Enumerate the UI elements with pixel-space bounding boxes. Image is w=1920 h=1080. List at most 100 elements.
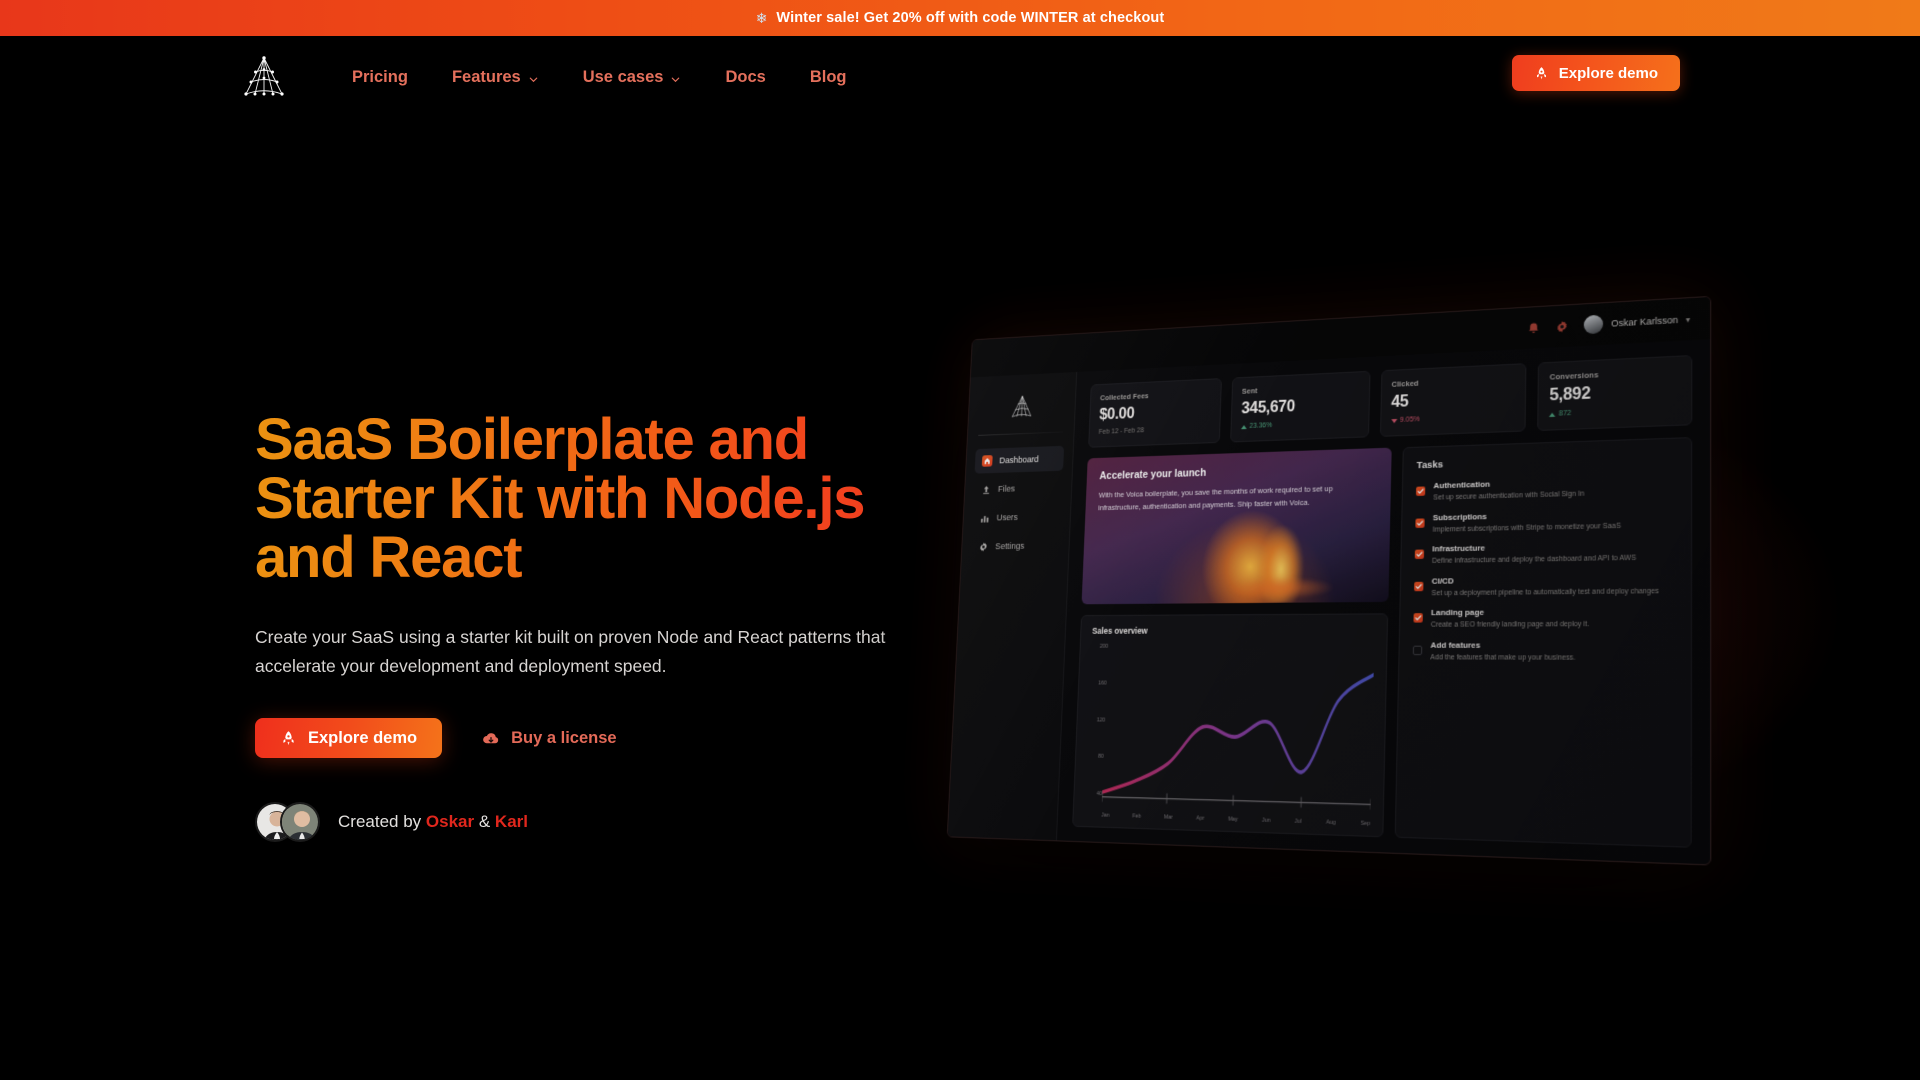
stat-value: 45	[1391, 388, 1515, 412]
task-title: CI/CD	[1432, 573, 1659, 585]
promo-banner[interactable]: ❄ Winter sale! Get 20% off with code WIN…	[0, 0, 1920, 36]
checkbox-checked-icon[interactable]	[1414, 581, 1423, 590]
header-cta-label: Explore demo	[1559, 65, 1658, 82]
y-tick: 80	[1087, 754, 1104, 760]
promo-banner-text: Winter sale! Get 20% off with code WINTE…	[776, 10, 1164, 26]
task-item: Infrastructure Define infrastructure and…	[1415, 540, 1677, 567]
main-nav: Pricing Features Use cases Docs Blog	[330, 36, 869, 118]
checkbox-checked-icon[interactable]	[1416, 486, 1425, 496]
sidebar-item-files[interactable]: Files	[973, 475, 1063, 502]
x-tick: Mar	[1164, 814, 1173, 820]
checkbox-unchecked-icon[interactable]	[1413, 645, 1422, 654]
bell-icon[interactable]	[1527, 321, 1541, 335]
stat-cards: Collected Fees $0.00 Feb 12 - Feb 28 Sen…	[1088, 355, 1692, 448]
y-tick: 40	[1085, 791, 1102, 798]
checkbox-checked-icon[interactable]	[1415, 550, 1424, 559]
buy-license-link[interactable]: Buy a license	[482, 729, 616, 748]
nav-item-features[interactable]: Features	[430, 58, 561, 97]
x-tick: Apr	[1196, 815, 1204, 821]
task-title: Authentication	[1434, 477, 1585, 491]
author-karl-link[interactable]: Karl	[495, 812, 528, 831]
x-tick: Jan	[1101, 812, 1109, 818]
volca-web-logo	[977, 384, 1067, 428]
users-icon	[979, 512, 990, 524]
mockup-main: Collected Fees $0.00 Feb 12 - Feb 28 Sen…	[1057, 339, 1710, 864]
chevron-down-icon	[670, 71, 681, 82]
y-tick: 160	[1090, 680, 1107, 686]
rocket-icon	[280, 730, 297, 747]
stat-delta: 872	[1549, 405, 1680, 418]
nav-label: Pricing	[352, 68, 408, 87]
nav-label: Docs	[725, 68, 765, 87]
nav-item-docs[interactable]: Docs	[703, 58, 787, 97]
user-name: Oskar Karlsson	[1611, 315, 1678, 329]
chart-title: Sales overview	[1092, 625, 1375, 636]
x-tick: Jun	[1262, 817, 1271, 824]
stat-delta-value: 23.36%	[1249, 422, 1272, 430]
mockup-sidebar: Dashboard Files Users Settings	[948, 372, 1077, 840]
author-oskar-link[interactable]: Oskar	[426, 812, 474, 831]
x-tick: Feb	[1132, 813, 1141, 819]
task-desc: Define infrastructure and deploy the das…	[1432, 553, 1636, 566]
mockup-left-column: Accelerate your launch With the Volca bo…	[1072, 448, 1392, 838]
gear-icon	[978, 541, 989, 553]
nav-item-use-cases[interactable]: Use cases	[561, 58, 704, 97]
task-title: Infrastructure	[1432, 541, 1636, 554]
task-desc: Implement subscriptions with Stripe to m…	[1433, 521, 1621, 535]
task-item: Subscriptions Implement subscriptions wi…	[1415, 507, 1676, 535]
promo-card-title: Accelerate your launch	[1099, 461, 1377, 482]
avatar-karl	[280, 802, 320, 842]
sidebar-item-label: Files	[998, 484, 1015, 494]
stat-card-clicked: Clicked 45 9.05%	[1379, 363, 1526, 437]
nav-item-pricing[interactable]: Pricing	[330, 58, 430, 97]
credits: Created by Oskar & Karl	[255, 802, 945, 842]
y-tick: 200	[1091, 644, 1108, 650]
site-header: Pricing Features Use cases Docs Blog Exp…	[0, 36, 1920, 118]
gear-icon[interactable]	[1556, 319, 1570, 333]
sidebar-item-users[interactable]: Users	[972, 503, 1062, 530]
checkbox-checked-icon[interactable]	[1414, 613, 1423, 622]
stat-card-conversions: Conversions 5,892 872	[1537, 355, 1692, 431]
hero-subtitle: Create your SaaS using a starter kit bui…	[255, 623, 895, 680]
explore-demo-label: Explore demo	[308, 729, 417, 748]
sidebar-item-label: Users	[996, 512, 1017, 522]
avatar	[1584, 315, 1603, 335]
credits-separator: &	[479, 812, 490, 831]
chevron-down-icon: ▾	[1686, 314, 1690, 324]
task-desc: Set up a deployment pipeline to automati…	[1431, 586, 1659, 598]
task-item: CI/CD Set up a deployment pipeline to au…	[1414, 573, 1676, 599]
task-desc: Set up secure authentication with Social…	[1433, 489, 1584, 503]
mockup-right-column: Tasks Authentication Set up secure authe…	[1395, 437, 1692, 848]
task-desc: Add the features that make up your busin…	[1430, 653, 1575, 663]
checkbox-checked-icon[interactable]	[1415, 518, 1424, 528]
sidebar-item-dashboard[interactable]: Dashboard	[975, 446, 1065, 474]
task-title: Subscriptions	[1433, 508, 1621, 522]
x-tick: Sep	[1360, 821, 1370, 828]
x-tick: Aug	[1326, 819, 1336, 826]
stat-value: $0.00	[1099, 402, 1211, 424]
task-title: Add features	[1431, 640, 1576, 650]
x-tick: Jul	[1295, 818, 1302, 825]
hero-section: SaaS Boilerplate and Starter Kit with No…	[255, 410, 945, 842]
volca-web-logo-svg	[237, 50, 291, 102]
buy-license-label: Buy a license	[511, 729, 616, 748]
nav-item-blog[interactable]: Blog	[788, 58, 869, 97]
sidebar-item-settings[interactable]: Settings	[970, 532, 1060, 559]
stat-card-collected-fees: Collected Fees $0.00 Feb 12 - Feb 28	[1088, 378, 1222, 448]
stat-label: Collected Fees	[1100, 388, 1211, 402]
user-menu[interactable]: Oskar Karlsson ▾	[1584, 310, 1690, 335]
header-explore-demo-button[interactable]: Explore demo	[1512, 55, 1680, 91]
snowflake-icon: ❄	[756, 11, 768, 25]
volca-web-logo[interactable]	[237, 50, 291, 102]
explore-demo-button[interactable]: Explore demo	[255, 718, 442, 758]
mockup-body: Dashboard Files Users Settings Collected…	[948, 339, 1710, 864]
stat-date-range: Feb 12 - Feb 28	[1099, 425, 1210, 436]
arrow-up-icon	[1241, 425, 1247, 429]
sidebar-item-label: Settings	[995, 541, 1025, 551]
stat-label: Sent	[1242, 381, 1359, 395]
accelerate-launch-card: Accelerate your launch With the Volca bo…	[1082, 448, 1392, 605]
author-avatars	[255, 802, 320, 842]
page-title: SaaS Boilerplate and Starter Kit with No…	[255, 410, 945, 587]
home-icon	[982, 455, 993, 467]
tasks-panel: Tasks Authentication Set up secure authe…	[1395, 437, 1692, 848]
